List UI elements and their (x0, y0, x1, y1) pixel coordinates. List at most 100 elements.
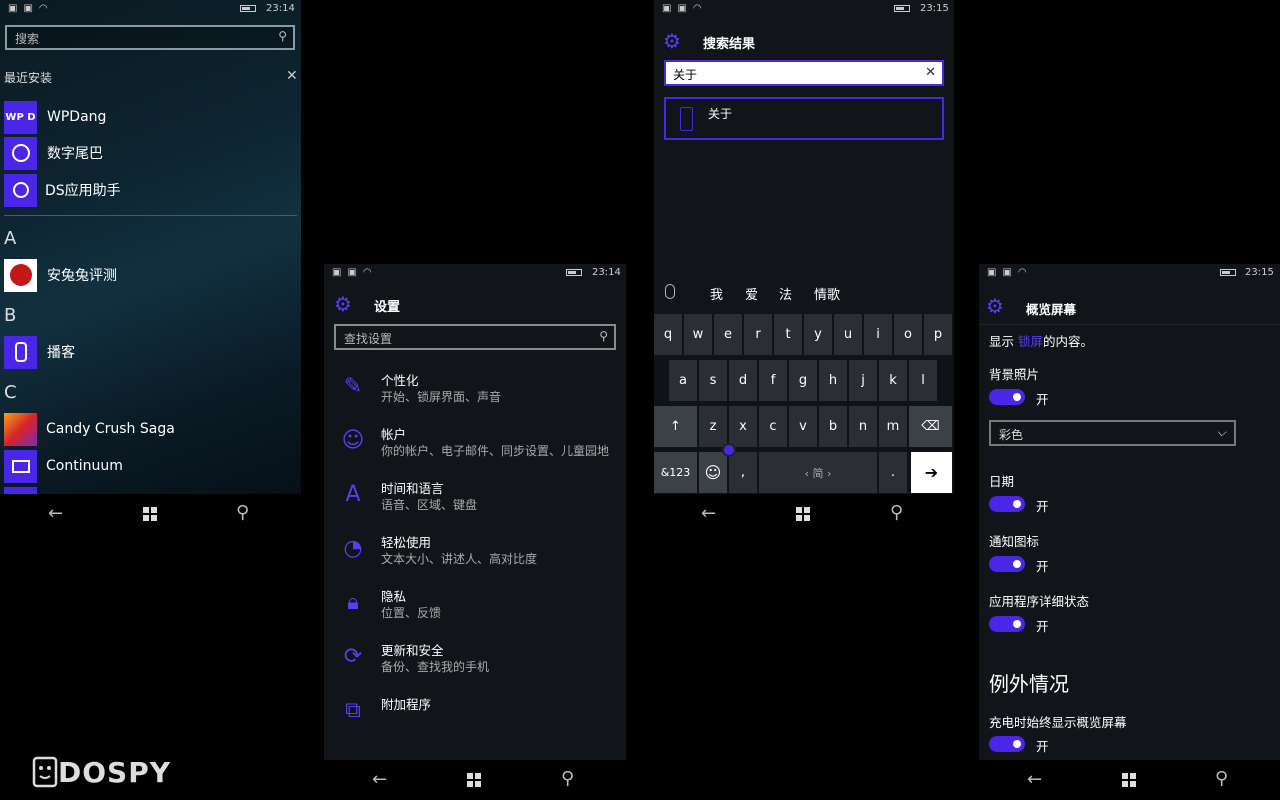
letter-header-c[interactable]: C (4, 382, 17, 403)
antutu-icon (4, 258, 37, 292)
date-toggle[interactable] (989, 496, 1025, 512)
key-u[interactable]: u (834, 314, 862, 355)
comma-key[interactable]: , (729, 452, 757, 493)
key-w[interactable]: w (684, 314, 712, 355)
period-key[interactable]: . (879, 452, 907, 493)
clear-icon[interactable]: ✕ (925, 65, 936, 80)
key-o[interactable]: o (894, 314, 922, 355)
settings-item-ease-of-access[interactable]: ◔ 轻松使用 文本大小、讲述人、高对比度 (338, 532, 626, 582)
item-subtitle: 备份、查找我的手机 (381, 660, 490, 674)
windows-icon[interactable] (1122, 773, 1136, 787)
app-name: Continuum (46, 458, 123, 474)
key-k[interactable]: k (879, 360, 907, 401)
shift-key[interactable]: ↑ (654, 406, 697, 447)
microphone-icon[interactable] (665, 284, 675, 299)
list-item[interactable]: 播客 (4, 335, 75, 369)
list-item[interactable]: 数字尾巴 (4, 136, 103, 170)
suggestion[interactable]: 爱 (745, 284, 758, 303)
search-icon[interactable]: ⚲ (890, 504, 903, 522)
settings-search-input[interactable]: 查找设置 ⚲ (334, 324, 616, 350)
windows-icon[interactable] (796, 507, 810, 521)
suggestion[interactable]: 法 (779, 284, 792, 303)
settings-item-privacy[interactable]: 🔒︎ 隐私 位置、反馈 (338, 586, 626, 636)
close-icon[interactable]: ✕ (286, 68, 298, 84)
notif-toggle[interactable] (989, 556, 1025, 572)
cursor-control[interactable] (722, 443, 736, 457)
key-t[interactable]: t (774, 314, 802, 355)
windows-icon[interactable] (467, 773, 481, 787)
back-icon[interactable]: ← (701, 505, 716, 523)
enter-key[interactable]: ➔ (911, 452, 952, 493)
settings-item-personalization[interactable]: ✎ 个性化 开始、锁屏界面、声音 (338, 370, 626, 420)
shuziweiba-icon (4, 136, 37, 170)
suggestion[interactable]: 情歌 (814, 284, 840, 303)
key-y[interactable]: y (804, 314, 832, 355)
search-icon[interactable]: ⚲ (1215, 770, 1228, 788)
letter-header-a[interactable]: A (4, 228, 16, 249)
emoji-key[interactable]: ☺ (699, 452, 727, 493)
suggestion[interactable]: 我 (710, 284, 723, 303)
space-key[interactable]: ‹ 简 › (759, 452, 877, 493)
key-e[interactable]: e (714, 314, 742, 355)
key-a[interactable]: a (669, 360, 697, 401)
list-item[interactable]: DS应用助手 (4, 173, 121, 207)
key-f[interactable]: f (759, 360, 787, 401)
back-icon[interactable]: ← (1027, 771, 1042, 789)
toggle-state: 开 (1036, 499, 1049, 514)
clock: 23:15 (920, 3, 949, 14)
key-z[interactable]: z (699, 406, 727, 447)
personalization-icon: ✎ (343, 374, 363, 399)
suggestion-bar: 我 爱 法 情歌 (654, 280, 954, 306)
key-s[interactable]: s (699, 360, 727, 401)
key-m[interactable]: m (879, 406, 907, 447)
back-icon[interactable]: ← (48, 505, 63, 523)
list-item[interactable]: Continuum (4, 449, 123, 483)
status-bar: ▣ ▣ ◠ 23:15 (979, 264, 1280, 284)
settings-item-accounts[interactable]: ☺ 帐户 你的帐户、电子邮件、同步设置、儿童园地 (338, 424, 626, 474)
intro-text: 显示 锁屏的内容。 (989, 331, 1093, 350)
signal-icon: ▣ (332, 267, 342, 278)
intro-part: 的内容。 (1043, 334, 1094, 349)
key-x[interactable]: x (729, 406, 757, 447)
settings-item-time-language[interactable]: A 时间和语言 语音、区域、键盘 (338, 478, 626, 528)
list-item[interactable]: WP D WPDang (4, 100, 106, 134)
key-p[interactable]: p (924, 314, 952, 355)
lockscreen-link[interactable]: 锁屏 (1018, 334, 1043, 349)
intro-part: 显示 (989, 334, 1015, 349)
search-icon[interactable]: ⚲ (236, 504, 249, 522)
search-input[interactable]: 搜索 ⚲ (5, 25, 295, 50)
key-c[interactable]: c (759, 406, 787, 447)
numbers-key[interactable]: &123 (654, 452, 697, 493)
backspace-key[interactable]: ⌫ (909, 406, 952, 447)
search-placeholder: 搜索 (15, 32, 40, 46)
backlight-toggle[interactable] (989, 389, 1025, 405)
search-icon[interactable]: ⚲ (561, 770, 574, 788)
key-l[interactable]: l (909, 360, 937, 401)
charging-toggle[interactable] (989, 736, 1025, 752)
search-input[interactable]: 关于 ✕ (664, 60, 944, 86)
settings-item-update-security[interactable]: ⟳ 更新和安全 备份、查找我的手机 (338, 640, 626, 690)
color-select[interactable]: 彩色 ⌵ (989, 420, 1236, 446)
app-status-toggle[interactable] (989, 616, 1025, 632)
ds-helper-icon (4, 173, 37, 207)
letter-header-b[interactable]: B (4, 305, 16, 326)
list-item[interactable] (4, 486, 37, 494)
key-h[interactable]: h (819, 360, 847, 401)
key-q[interactable]: q (654, 314, 682, 355)
key-d[interactable]: d (729, 360, 757, 401)
key-j[interactable]: j (849, 360, 877, 401)
list-item[interactable]: 安兔兔评测 (4, 258, 117, 292)
key-n[interactable]: n (849, 406, 877, 447)
settings-item-extras[interactable]: ⧉ 附加程序 (338, 694, 626, 744)
key-b[interactable]: b (819, 406, 847, 447)
key-i[interactable]: i (864, 314, 892, 355)
list-item[interactable]: Candy Crush Saga (4, 412, 175, 446)
windows-icon[interactable] (143, 507, 157, 521)
back-icon[interactable]: ← (372, 771, 387, 789)
key-r[interactable]: r (744, 314, 772, 355)
backlight-label: 背景照片 (989, 367, 1040, 382)
item-subtitle: 文本大小、讲述人、高对比度 (381, 552, 538, 566)
search-result-item[interactable]: 关于 (664, 97, 944, 140)
key-g[interactable]: g (789, 360, 817, 401)
key-v[interactable]: v (789, 406, 817, 447)
